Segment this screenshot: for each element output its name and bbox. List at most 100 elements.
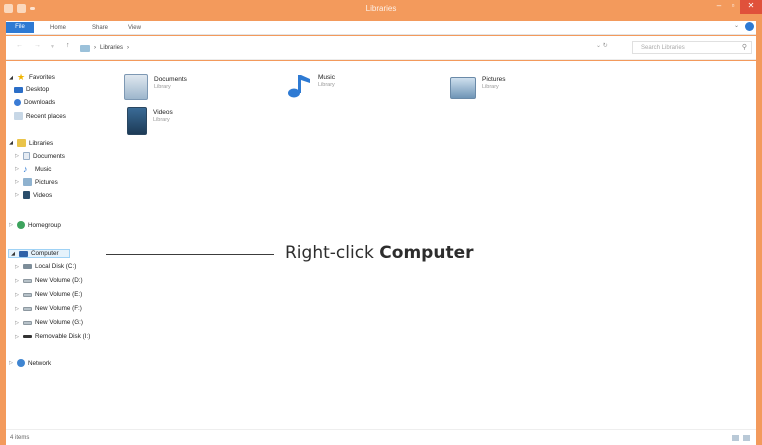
address-row: ← → ▼ ↑ › Libraries › ⌄ ↻ Search Librari… bbox=[6, 36, 756, 60]
tile-type: Library bbox=[318, 82, 335, 88]
drive-icon bbox=[23, 278, 32, 283]
nav-label: Downloads bbox=[24, 99, 56, 106]
nav-item-recent-places[interactable]: Recent places bbox=[14, 112, 66, 120]
close-button[interactable]: ✕ bbox=[740, 0, 762, 14]
callout-prefix: Right-click bbox=[285, 243, 380, 263]
tile-type: Library bbox=[153, 117, 170, 123]
collapsed-arrow-icon[interactable]: ▷ bbox=[14, 153, 20, 159]
nav-label: Music bbox=[35, 165, 52, 173]
recent-locations-icon[interactable]: ▼ bbox=[50, 44, 55, 50]
collapsed-arrow-icon[interactable]: ▷ bbox=[8, 222, 14, 228]
pictures-library-icon bbox=[450, 77, 476, 99]
nav-item-removable-disk-i[interactable]: ▷ Removable Disk (I:) bbox=[14, 333, 90, 340]
library-tile-documents[interactable]: Documents Library bbox=[124, 74, 187, 100]
homegroup-icon bbox=[17, 221, 25, 229]
tab-view[interactable]: View bbox=[128, 23, 141, 34]
drive-icon bbox=[23, 306, 32, 311]
documents-icon bbox=[23, 152, 30, 160]
address-controls: ⌄ ↻ bbox=[596, 42, 608, 49]
library-tile-pictures[interactable]: Pictures Library bbox=[450, 74, 505, 99]
downloads-icon bbox=[14, 99, 21, 106]
nav-item-desktop[interactable]: Desktop bbox=[14, 86, 49, 93]
documents-library-icon bbox=[124, 74, 148, 100]
collapsed-arrow-icon[interactable]: ▷ bbox=[14, 278, 20, 284]
star-icon: ★ bbox=[17, 72, 26, 82]
ribbon-right: ⌄ bbox=[734, 22, 754, 31]
callout-label: Right-click Computer bbox=[285, 243, 473, 263]
nav-item-volume-f[interactable]: ▷ New Volume (F:) bbox=[14, 305, 82, 312]
breadcrumb-separator[interactable]: › bbox=[127, 45, 129, 51]
expanded-arrow-icon[interactable]: ◢ bbox=[8, 140, 14, 146]
collapsed-arrow-icon[interactable]: ▷ bbox=[14, 334, 20, 340]
nav-item-volume-e[interactable]: ▷ New Volume (E:) bbox=[14, 291, 82, 298]
nav-item-volume-g[interactable]: ▷ New Volume (G:) bbox=[14, 319, 83, 326]
search-input[interactable]: Search Libraries ⚲ bbox=[632, 41, 752, 54]
view-switcher bbox=[732, 435, 750, 441]
pictures-icon bbox=[23, 178, 32, 186]
collapsed-arrow-icon[interactable]: ▷ bbox=[14, 264, 20, 270]
nav-label: Favorites bbox=[29, 74, 55, 81]
large-icons-view-icon[interactable] bbox=[743, 435, 750, 441]
nav-label: Documents bbox=[33, 152, 65, 160]
nav-item-local-disk-c[interactable]: ▷ Local Disk (C:) bbox=[14, 263, 76, 270]
expanded-arrow-icon[interactable]: ◢ bbox=[8, 75, 14, 81]
nav-item-pictures[interactable]: ▷ Pictures bbox=[14, 178, 58, 186]
removable-disk-icon bbox=[23, 335, 32, 338]
up-arrow-icon[interactable]: ↑ bbox=[66, 42, 70, 49]
nav-item-music[interactable]: ▷ ♪ Music bbox=[14, 165, 52, 174]
tab-home[interactable]: Home bbox=[50, 23, 66, 34]
callout-line bbox=[106, 254, 274, 255]
nav-libraries[interactable]: ◢ Libraries bbox=[8, 139, 53, 147]
nav-label: New Volume (F:) bbox=[35, 305, 82, 312]
collapsed-arrow-icon[interactable]: ▷ bbox=[14, 292, 20, 298]
collapsed-arrow-icon[interactable]: ▷ bbox=[8, 360, 14, 366]
expanded-arrow-icon[interactable]: ◢ bbox=[10, 251, 16, 257]
window-title: Libraries bbox=[365, 4, 397, 13]
nav-network[interactable]: ▷ Network bbox=[8, 359, 51, 367]
desktop-icon bbox=[14, 86, 23, 93]
library-tile-videos[interactable]: Videos Library bbox=[127, 107, 173, 135]
network-icon bbox=[17, 359, 25, 367]
collapsed-arrow-icon[interactable]: ▷ bbox=[14, 166, 20, 172]
nav-homegroup[interactable]: ▷ Homegroup bbox=[8, 221, 61, 229]
nav-item-downloads[interactable]: Downloads bbox=[14, 99, 55, 106]
videos-icon bbox=[23, 191, 30, 199]
refresh-icon[interactable]: ⌄ ↻ bbox=[596, 42, 608, 49]
search-icon[interactable]: ⚲ bbox=[742, 43, 747, 51]
drive-icon bbox=[23, 292, 32, 297]
address-bar[interactable]: › Libraries › bbox=[80, 42, 608, 54]
nav-favorites[interactable]: ◢ ★ Favorites bbox=[8, 73, 55, 82]
nav-item-videos[interactable]: ▷ Videos bbox=[14, 191, 52, 199]
nav-label: New Volume (G:) bbox=[35, 319, 83, 326]
nav-item-volume-d[interactable]: ▷ New Volume (D:) bbox=[14, 277, 83, 284]
collapsed-arrow-icon[interactable]: ▷ bbox=[14, 306, 20, 312]
minimize-button[interactable]: – bbox=[712, 0, 726, 14]
callout-bold: Computer bbox=[379, 243, 474, 263]
tab-share[interactable]: Share bbox=[92, 23, 108, 34]
details-view-icon[interactable] bbox=[732, 435, 739, 441]
nav-label: Computer bbox=[31, 250, 59, 257]
help-icon[interactable] bbox=[745, 22, 754, 31]
collapsed-arrow-icon[interactable]: ▷ bbox=[14, 320, 20, 326]
collapsed-arrow-icon[interactable]: ▷ bbox=[14, 179, 20, 185]
navigation-pane: ◢ ★ Favorites Desktop Downloads Recent p… bbox=[6, 61, 124, 429]
collapsed-arrow-icon[interactable]: ▷ bbox=[14, 192, 20, 198]
nav-item-documents[interactable]: ▷ Documents bbox=[14, 152, 65, 160]
tab-file[interactable]: File bbox=[6, 22, 34, 33]
tile-name: Music bbox=[318, 74, 335, 81]
item-count: 4 items bbox=[10, 435, 30, 441]
music-library-icon bbox=[286, 72, 312, 98]
back-arrow-icon[interactable]: ← bbox=[16, 42, 23, 49]
nav-label: New Volume (D:) bbox=[35, 277, 83, 284]
nav-label: Pictures bbox=[35, 178, 58, 186]
breadcrumb-libraries[interactable]: Libraries bbox=[100, 45, 123, 51]
local-disk-icon bbox=[23, 264, 32, 269]
nav-label: Homegroup bbox=[28, 221, 61, 229]
nav-computer[interactable]: ◢ Computer bbox=[8, 249, 70, 258]
videos-library-icon bbox=[127, 107, 147, 135]
maximize-button[interactable]: ▫ bbox=[726, 0, 740, 14]
forward-arrow-icon[interactable]: → bbox=[34, 42, 41, 49]
libraries-icon bbox=[80, 44, 90, 52]
library-tile-music[interactable]: Music Library bbox=[286, 72, 335, 98]
expand-ribbon-icon[interactable]: ⌄ bbox=[734, 22, 739, 31]
